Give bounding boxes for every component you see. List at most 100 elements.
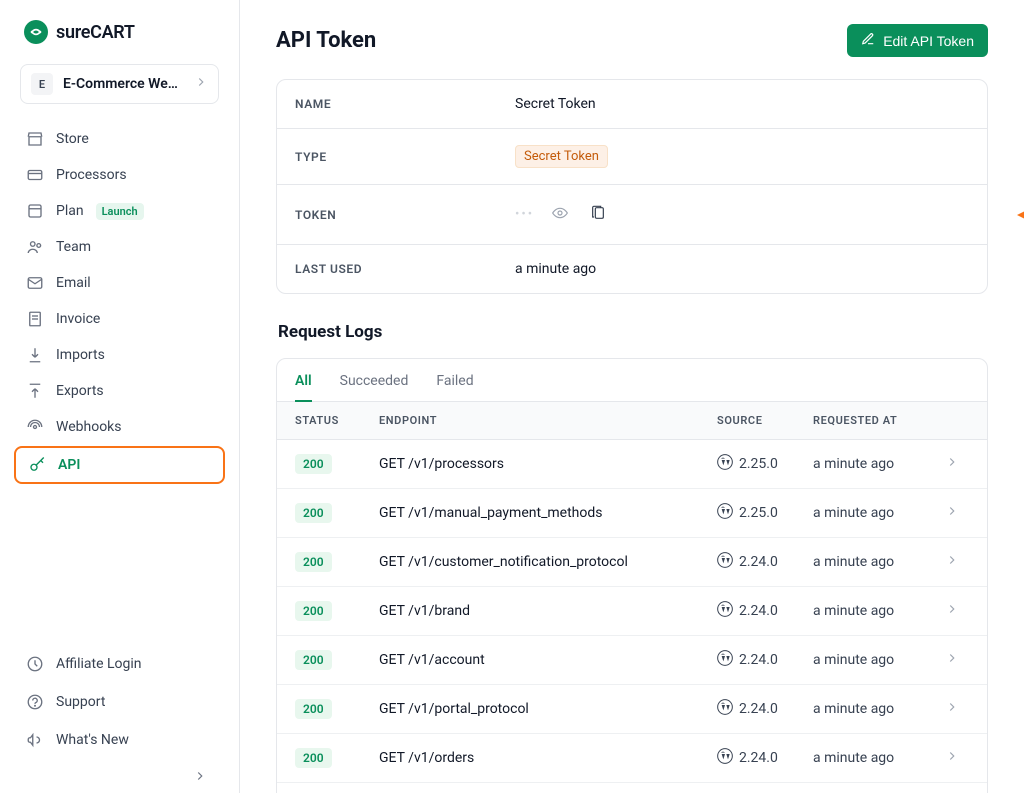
sidebar-item-api[interactable]: API	[14, 446, 225, 484]
log-row[interactable]: 200GET /v1/manual_payment_methods2.25.0a…	[277, 489, 987, 538]
sidebar-item-processors[interactable]: Processors	[14, 158, 225, 192]
token-type-row: TYPE Secret Token	[277, 129, 987, 185]
logs-tabs: All Succeeded Failed	[277, 359, 987, 402]
api-key-icon	[28, 456, 46, 474]
logs-table-body: 200GET /v1/processors2.25.0a minute ago2…	[277, 440, 987, 793]
edit-button-label: Edit API Token	[883, 33, 974, 49]
log-source: 2.24.0	[717, 601, 813, 621]
sidebar-item-plan[interactable]: Plan Launch	[14, 194, 225, 228]
edit-api-token-button[interactable]: Edit API Token	[847, 24, 988, 57]
log-requested-at: a minute ago	[813, 505, 945, 521]
sidebar-item-imports[interactable]: Imports	[14, 338, 225, 372]
token-last-used-label: LAST USED	[295, 262, 515, 276]
tab-succeeded[interactable]: Succeeded	[340, 373, 409, 401]
log-requested-at: a minute ago	[813, 456, 945, 472]
brand-mark-icon	[24, 20, 48, 44]
log-row[interactable]: 200GET /v1/orders2.24.0a minute ago	[277, 734, 987, 783]
log-endpoint: GET /v1/brand	[379, 603, 717, 619]
log-source: 2.24.0	[717, 748, 813, 768]
token-name-row: NAME Secret Token	[277, 80, 987, 129]
primary-nav: Store Processors Plan Launch Team Email	[0, 122, 239, 637]
store-avatar: E	[31, 73, 53, 95]
sidebar-item-label: Plan	[56, 203, 84, 219]
col-requested-label: REQUESTED AT	[813, 414, 945, 427]
sidebar-item-label: Affiliate Login	[56, 656, 142, 672]
sidebar-item-email[interactable]: Email	[14, 266, 225, 300]
export-icon	[26, 382, 44, 400]
log-endpoint: GET /v1/customer_notification_protocol	[379, 554, 717, 570]
col-status-label: STATUS	[295, 414, 379, 427]
pencil-icon	[861, 32, 875, 49]
tab-all[interactable]: All	[295, 373, 312, 401]
team-icon	[26, 238, 44, 256]
log-endpoint: GET /v1/orders	[379, 750, 717, 766]
sidebar-item-invoice[interactable]: Invoice	[14, 302, 225, 336]
token-type-badge: Secret Token	[515, 145, 608, 168]
log-row[interactable]: 200GET /v1/account2.24.0a minute ago	[277, 636, 987, 685]
col-endpoint-label: ENDPOINT	[379, 414, 717, 427]
brand-name: sureCART	[56, 22, 135, 43]
sidebar-item-exports[interactable]: Exports	[14, 374, 225, 408]
wordpress-icon	[717, 699, 733, 719]
page-header: API Token Edit API Token	[276, 24, 988, 57]
log-source: 2.24.0	[717, 552, 813, 572]
log-endpoint: GET /v1/account	[379, 652, 717, 668]
sidebar-item-label: Team	[56, 239, 91, 255]
log-endpoint: GET /v1/portal_protocol	[379, 701, 717, 717]
sidebar-item-label: What's New	[56, 732, 129, 748]
log-source: 2.25.0	[717, 503, 813, 523]
log-endpoint: GET /v1/processors	[379, 456, 717, 472]
log-source: 2.24.0	[717, 650, 813, 670]
token-type-label: TYPE	[295, 150, 515, 164]
log-row[interactable]: 200GET /v1/portal_protocol2.24.0a minute…	[277, 685, 987, 734]
sidebar-item-webhooks[interactable]: Webhooks	[14, 410, 225, 444]
request-logs-card: All Succeeded Failed STATUS ENDPOINT SOU…	[276, 358, 988, 793]
wordpress-icon	[717, 650, 733, 670]
sidebar-item-store[interactable]: Store	[14, 122, 225, 156]
launch-badge: Launch	[96, 203, 144, 220]
token-value-label: TOKEN	[295, 208, 515, 222]
sidebar-item-label: Email	[56, 275, 91, 291]
token-details-card: NAME Secret Token TYPE Secret Token TOKE…	[276, 79, 988, 294]
log-source: 2.25.0	[717, 454, 813, 474]
main-content: API Token Edit API Token NAME Secret Tok…	[240, 0, 1024, 793]
token-masked-value: •••	[515, 207, 534, 222]
status-badge: 200	[295, 454, 332, 474]
sidebar-item-label: Invoice	[56, 311, 100, 327]
sidebar-item-label: Webhooks	[56, 419, 122, 435]
import-icon	[26, 346, 44, 364]
log-requested-at: a minute ago	[813, 554, 945, 570]
tab-failed[interactable]: Failed	[436, 373, 473, 401]
reveal-token-button[interactable]	[548, 201, 572, 228]
token-value-row: TOKEN •••	[277, 185, 987, 245]
log-row[interactable]: 200 GET /v1/processors2.25.0a minute ago	[277, 440, 987, 489]
brand-logo[interactable]: sureCART	[0, 20, 239, 64]
clipboard-icon	[590, 205, 606, 221]
log-row[interactable]: 200GET /v1/account2.24.04 minutes ago	[277, 783, 987, 793]
sidebar-item-label: Support	[56, 694, 105, 710]
chevron-right-icon	[945, 553, 969, 571]
request-logs-title: Request Logs	[278, 322, 988, 342]
megaphone-icon	[26, 731, 44, 749]
log-row[interactable]: 200GET /v1/brand2.24.0a minute ago	[277, 587, 987, 636]
sidebar-item-label: Imports	[56, 347, 105, 363]
log-requested-at: a minute ago	[813, 603, 945, 619]
sidebar-item-support[interactable]: Support	[14, 685, 225, 719]
status-badge: 200	[295, 552, 332, 572]
copy-token-button[interactable]	[586, 201, 610, 228]
sidebar-collapse-button[interactable]	[14, 761, 225, 783]
log-source: 2.24.0	[717, 699, 813, 719]
sidebar-item-whats-new[interactable]: What's New	[14, 723, 225, 757]
sidebar-footer: Affiliate Login Support What's New	[0, 637, 239, 783]
token-last-used-row: LAST USED a minute ago	[277, 245, 987, 293]
sidebar-item-team[interactable]: Team	[14, 230, 225, 264]
annotation-arrow-icon	[1017, 206, 1024, 224]
wordpress-icon	[717, 503, 733, 523]
log-row[interactable]: 200 GET /v1/customer_notification_protoco…	[277, 538, 987, 587]
store-selector[interactable]: E E-Commerce We…	[20, 64, 219, 104]
wordpress-icon	[717, 748, 733, 768]
chevron-right-icon	[945, 602, 969, 620]
affiliate-icon	[26, 655, 44, 673]
sidebar-item-affiliate-login[interactable]: Affiliate Login	[14, 647, 225, 681]
token-name-label: NAME	[295, 97, 515, 111]
